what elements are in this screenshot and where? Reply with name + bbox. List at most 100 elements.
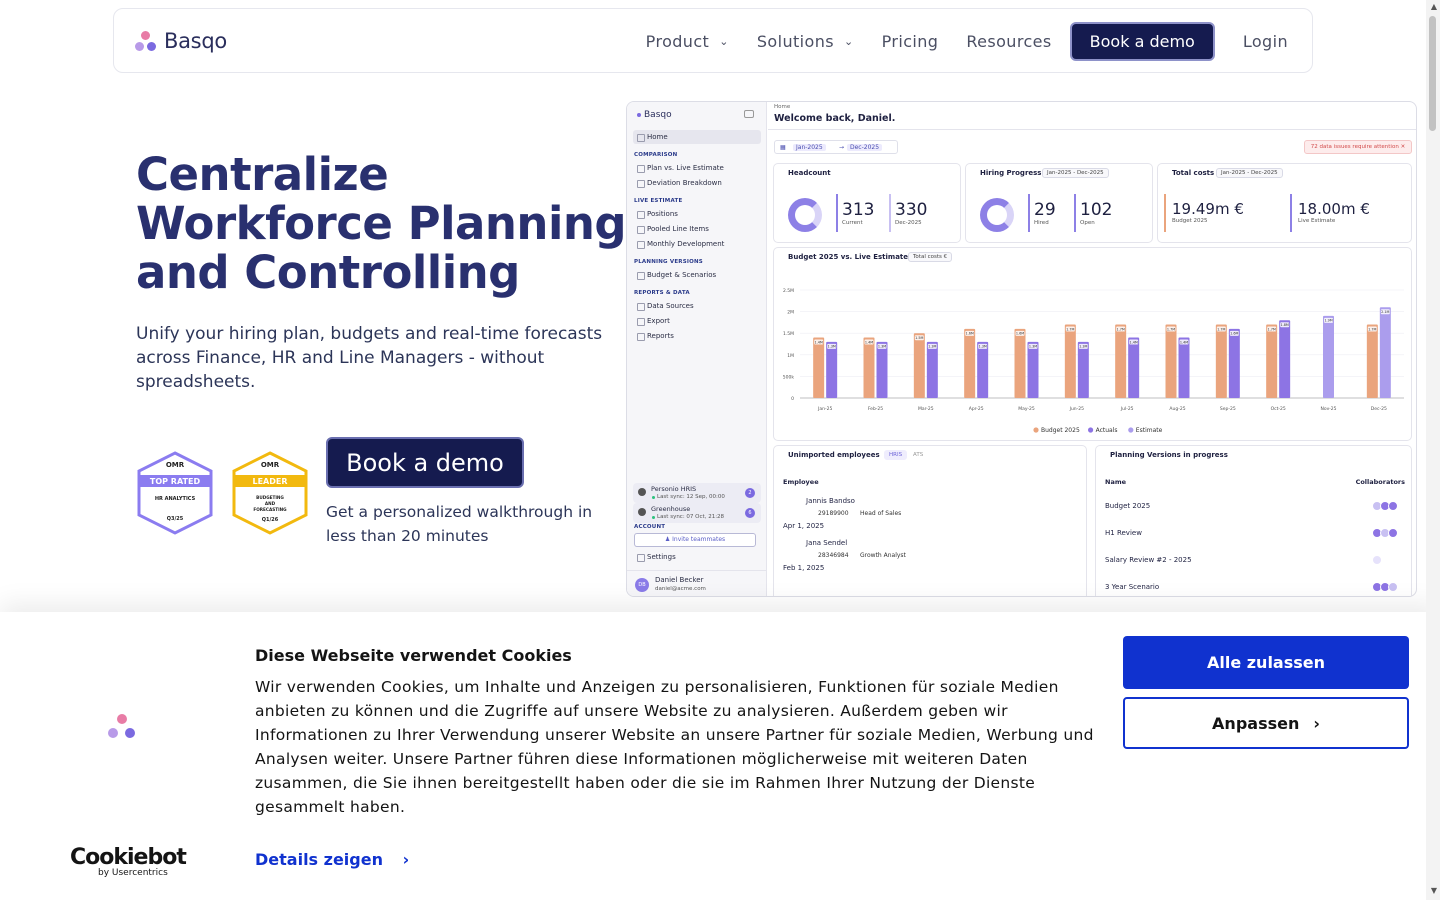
x-tick-label: Mar-25 xyxy=(918,406,934,412)
data-label: 1.7M xyxy=(1368,327,1376,331)
sidebar-toggle-icon xyxy=(744,110,754,118)
bar-estimate xyxy=(1323,315,1334,398)
data-label: 2.1M xyxy=(1381,310,1389,314)
bar-budget-2025 xyxy=(1165,324,1177,398)
x-tick-label: Oct-25 xyxy=(1271,406,1286,412)
cookie-banner: Diese Webseite verwendet Cookies Wir ver… xyxy=(0,612,1440,900)
unimported-employees-card: Unimported employees HRIS ATS Employee J… xyxy=(773,445,1087,596)
preview-nav-item: Monthly Development xyxy=(633,237,761,251)
data-label: 1.3M xyxy=(828,345,836,349)
preview-nav-item: Pooled Line Items xyxy=(633,222,761,236)
bar-budget-2025 xyxy=(1266,324,1278,398)
legend-label: Budget 2025 xyxy=(1041,427,1080,434)
chevron-right-icon: › xyxy=(1313,713,1320,733)
data-label: 1.8M xyxy=(1281,323,1289,327)
nav-solutions[interactable]: Solutions ⌄ xyxy=(757,32,854,51)
y-tick-label: 1M xyxy=(787,353,794,359)
bar-budget-2025 xyxy=(913,333,925,398)
total-costs-card: Total costs Jan-2025 - Dec-2025 19.49m €… xyxy=(1157,163,1412,243)
x-tick-label: Aug-25 xyxy=(1169,406,1185,412)
preview-nav-home: Home xyxy=(633,130,761,144)
data-label: 1.3M xyxy=(878,345,886,349)
top-rated-badge: OMR TOP RATED HR ANALYTICS Q3/25 xyxy=(137,451,213,535)
badge-title: TOP RATED xyxy=(150,477,201,486)
bar-actuals xyxy=(1027,341,1039,398)
preview-nav-item: Plan vs. Live Estimate xyxy=(633,161,761,175)
hero-book-demo-button[interactable]: Book a demo xyxy=(326,437,524,488)
badge-brand: OMR xyxy=(166,461,185,469)
bar-budget-2025 xyxy=(1064,324,1076,398)
data-label: 1.3M xyxy=(1079,345,1087,349)
badge-category: HR ANALYTICS xyxy=(155,496,196,502)
legend-swatch xyxy=(1033,427,1039,433)
cookie-title: Diese Webseite verwendet Cookies xyxy=(255,646,572,665)
hero-subtitle: Unify your hiring plan, budgets and real… xyxy=(136,324,603,392)
data-label: 1.3M xyxy=(928,345,936,349)
data-label: 1.6M xyxy=(1230,332,1238,336)
cta-note: Get a personalized walkthrough in less t… xyxy=(326,503,593,545)
y-tick-label: 2.5M xyxy=(783,288,794,294)
page: Basqo Product ⌄ Solutions ⌄ Pricing Resour… xyxy=(0,0,1440,900)
y-tick-label: 2M xyxy=(787,310,794,316)
legend-label: Actuals xyxy=(1096,427,1118,434)
bar-actuals xyxy=(1178,337,1190,398)
x-tick-label: Dec-25 xyxy=(1371,406,1387,412)
preview-section-title: ACCOUNT xyxy=(634,524,666,530)
page-scrollbar[interactable]: ▲ ▼ xyxy=(1426,0,1440,900)
nav-pricing[interactable]: Pricing xyxy=(882,32,939,51)
data-label: 1.7M xyxy=(1167,327,1175,331)
preview-nav-item: Data Sources xyxy=(633,299,761,313)
bar-budget-2025 xyxy=(1215,324,1227,398)
cookiebot-logo-icon xyxy=(108,714,138,742)
y-tick-label: 0 xyxy=(791,396,794,402)
brand-logo[interactable]: Basqo xyxy=(134,29,227,53)
preview-nav-item: Reports xyxy=(633,329,761,343)
users-icon: ♟ xyxy=(664,536,671,543)
scroll-thumb[interactable] xyxy=(1429,16,1436,131)
nav-login[interactable]: Login xyxy=(1243,32,1288,51)
nav-book-demo-button[interactable]: Book a demo xyxy=(1069,21,1215,61)
svg-text:Q1/26: Q1/26 xyxy=(262,517,279,523)
bar-actuals xyxy=(977,341,989,398)
preview-integration-greenhouse: Greenhouse Last sync: 07 Oct, 21:28 6 xyxy=(633,503,761,523)
nav-links: Product ⌄ Solutions ⌄ Pricing Resources Bo… xyxy=(618,21,1288,61)
preview-welcome: Welcome back, Daniel. xyxy=(774,113,896,124)
data-label: 1.6M xyxy=(966,332,974,336)
bar-actuals xyxy=(826,341,838,398)
cookie-allow-all-button[interactable]: Alle zulassen xyxy=(1123,636,1409,689)
integration-icon xyxy=(638,488,646,496)
data-label: 1.3M xyxy=(1029,345,1037,349)
preview-integration-personio: Personio HRIS Last sync: 12 Sep, 00:00 2 xyxy=(633,483,761,503)
cookie-body: Wir verwenden Cookies, um Inhalte und An… xyxy=(255,678,1094,816)
bar-budget-2025 xyxy=(1014,328,1026,398)
bar-estimate xyxy=(1379,307,1391,398)
top-navigation: Basqo Product ⌄ Solutions ⌄ Pricing Resour… xyxy=(113,8,1313,73)
x-tick-label: Sep-25 xyxy=(1220,406,1236,412)
y-tick-label: 1.5M xyxy=(783,331,794,337)
data-label: 1.4M xyxy=(1130,340,1138,344)
nav-product[interactable]: Product ⌄ xyxy=(646,32,729,51)
data-label: 1.9M xyxy=(1324,319,1332,323)
svg-text:OMR: OMR xyxy=(261,461,280,469)
hero-title: Centralize Workforce Planning and Contro… xyxy=(136,148,627,299)
chevron-right-icon: › xyxy=(402,850,410,869)
x-tick-label: Jan-25 xyxy=(817,406,832,412)
cookie-details-link[interactable]: Details zeigen › xyxy=(255,850,409,869)
app-preview: Basqo Home COMPARISON Plan vs. Live Esti… xyxy=(626,101,1417,597)
legend-label: Estimate xyxy=(1136,427,1163,434)
x-tick-label: Jun-25 xyxy=(1069,406,1085,412)
integration-icon xyxy=(638,508,646,516)
cookie-adjust-button[interactable]: Anpassen › xyxy=(1123,697,1409,749)
preview-nav-item: Positions xyxy=(633,207,761,221)
bar-budget-2025 xyxy=(964,328,976,398)
avatar: DB xyxy=(635,578,649,592)
leader-badge: OMR LEADER BUDGETING AND FORECASTING Q1/26 xyxy=(232,451,308,535)
data-label: 1.4M xyxy=(865,340,873,344)
preview-section-title: COMPARISON xyxy=(634,152,678,158)
budget-chart-card: Budget 2025 vs. Live Estimate Total cost… xyxy=(773,247,1412,441)
nav-resources[interactable]: Resources xyxy=(966,32,1051,51)
preview-invite-button: ♟ Invite teammates xyxy=(634,533,756,547)
preview-section-title: PLANNING VERSIONS xyxy=(634,259,703,265)
preview-user: DB Daniel Becker daniel@acme.com xyxy=(627,570,767,596)
bar-actuals xyxy=(1077,341,1089,398)
